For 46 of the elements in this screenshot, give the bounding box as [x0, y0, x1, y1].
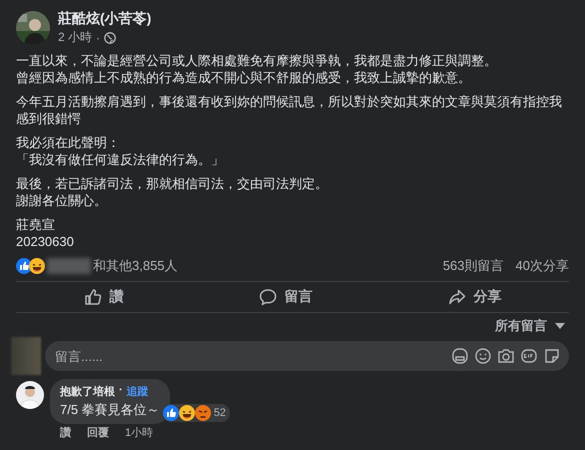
avatar [16, 381, 44, 409]
separator-dot: · [96, 30, 100, 44]
post-text: 莊堯宣 [16, 216, 55, 233]
comment-action-link[interactable]: 讚 [60, 425, 71, 440]
thumbs-up-icon [84, 288, 102, 306]
separator-dot: · [119, 384, 123, 398]
globe-icon [104, 32, 116, 44]
follow-link[interactable]: 追蹤 [126, 384, 149, 399]
comment-action-link[interactable]: 回覆 [87, 425, 109, 440]
share-count[interactable]: 40次分享 [516, 257, 569, 275]
share-arrow-icon [448, 288, 466, 306]
reaction-count[interactable]: 和其他3,855人 [93, 257, 178, 275]
speech-bubble-icon [258, 288, 276, 306]
comment-field[interactable]: 留言...... [45, 341, 569, 371]
redacted-name [47, 258, 91, 274]
author-name[interactable]: 莊酷炫(小苦苓) [58, 10, 152, 28]
post-text: 「我沒有做任何違反法律的行為。」 [16, 151, 224, 168]
post-text: 曾經因為感情上不成熟的行為造成不開心與不舒服的感受，我致上誠摯的歉意。 [16, 69, 471, 86]
avatar [16, 11, 50, 45]
emoji-icon [474, 347, 492, 365]
caret-icon [555, 323, 565, 329]
like-reaction-icon [162, 405, 179, 421]
sticker-face-icon [451, 347, 469, 365]
share-button[interactable]: 分享 [418, 284, 532, 310]
camera-icon [497, 347, 515, 365]
post-text: 謝謝各位關心。 [16, 192, 107, 209]
like-button[interactable]: 讚 [54, 284, 154, 310]
comment-button[interactable]: 留言 [228, 284, 342, 310]
comment-sort-dropdown[interactable]: 所有留言 [491, 315, 569, 337]
laugh-reaction-icon [178, 405, 195, 421]
commenter-name[interactable]: 抱歉了培根 [60, 384, 115, 399]
post-text: 一直以來，不論是經營公司或人際相處難免有摩擦與爭執，我都是盡力修正與調整。 [16, 52, 497, 69]
laugh-reaction-icon [29, 258, 45, 274]
post-text: 我必須在此聲明： [16, 134, 120, 151]
post-text: 今年五月活動擦肩遇到，事後還有收到妳的問候訊息，所以對於突如其來的文章與莫須有指控我感到很錯愕 [16, 93, 563, 127]
comment-time[interactable]: 1小時 [125, 425, 154, 440]
comment-count[interactable]: 563則留言 [442, 257, 504, 275]
sticker-icon [543, 347, 561, 365]
post-text: 20230630 [16, 233, 74, 250]
angry-reaction-icon [194, 405, 211, 421]
post-text: 最後，若已訴諸司法，那就相信司法，交由司法判定。 [16, 175, 328, 192]
comment-text: 7/5 拳賽見各位～ [60, 401, 160, 419]
reaction-summary[interactable]: 52 [162, 404, 230, 422]
gif-icon [520, 347, 538, 365]
redacted-avatar [11, 337, 41, 375]
post-time[interactable]: 2 小時 [58, 29, 92, 46]
